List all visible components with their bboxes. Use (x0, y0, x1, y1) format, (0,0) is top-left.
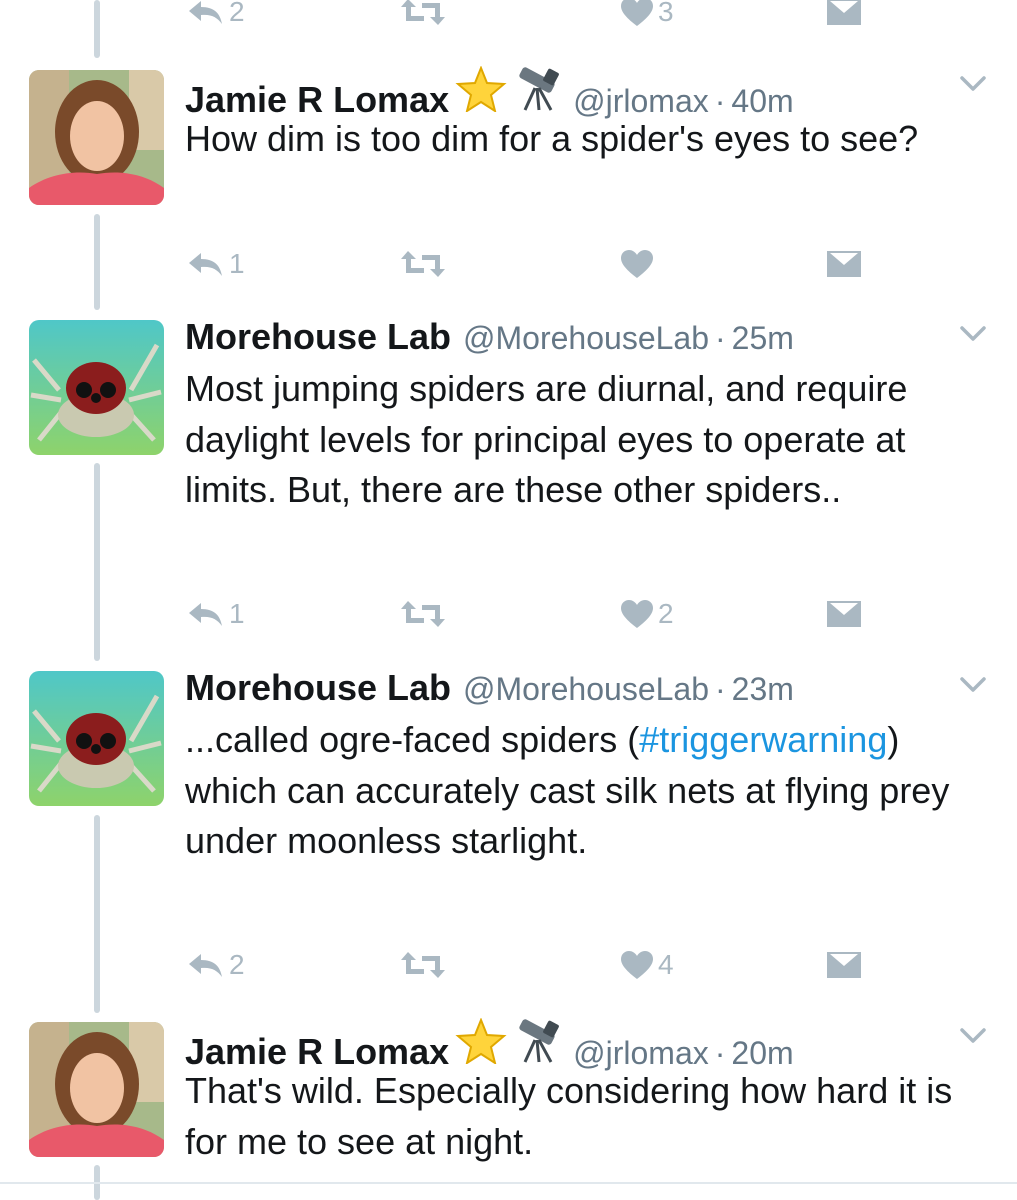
tweet-header: Jamie R Lomax @jrlomax · 20m (185, 1017, 794, 1072)
chevron-down-icon[interactable] (959, 1026, 987, 1046)
dm-icon (827, 601, 861, 627)
like-count: 3 (658, 0, 674, 27)
avatar-image (29, 1022, 164, 1157)
tweet[interactable]: Jamie R Lomax @jrlomax · 40m How dim is … (0, 62, 1017, 322)
reply-icon (189, 1, 222, 24)
like-button[interactable]: 4 (620, 945, 674, 985)
like-icon (621, 600, 653, 628)
like-count: 2 (658, 598, 674, 629)
reply-button[interactable]: 1 (187, 244, 245, 284)
tweet-text: That's wild. Especially considering how … (185, 1070, 953, 1162)
timestamp[interactable]: 23m (732, 671, 794, 708)
star-emoji-icon (455, 1017, 507, 1069)
reply-count: 2 (229, 0, 245, 27)
avatar[interactable] (29, 1022, 164, 1157)
retweet-icon (401, 952, 445, 978)
dm-icon (827, 0, 861, 25)
tweet-actions: 1 (0, 244, 1017, 284)
telescope-emoji-icon (513, 1018, 561, 1069)
retweet-icon (401, 601, 445, 627)
retweet-icon (401, 251, 445, 277)
tweet-actions: 2 4 (0, 945, 1017, 985)
separator: · (715, 320, 726, 356)
tweet[interactable]: Morehouse Lab @MorehouseLab · 25m Most j… (0, 312, 1017, 662)
reply-count: 1 (229, 598, 245, 629)
timestamp[interactable]: 25m (732, 320, 794, 357)
display-name[interactable]: Morehouse Lab (185, 667, 451, 709)
dm-icon (827, 251, 861, 277)
tweet-actions: 1 2 (0, 594, 1017, 634)
reply-count: 1 (229, 248, 245, 279)
reply-button[interactable]: 2 (187, 0, 245, 32)
like-icon (621, 0, 653, 26)
retweet-button[interactable] (400, 945, 446, 985)
tweet-header: Morehouse Lab @MorehouseLab · 23m (185, 667, 794, 717)
chevron-down-icon[interactable] (959, 74, 987, 94)
chevron-down-icon[interactable] (959, 675, 987, 695)
chevron-down-icon[interactable] (959, 324, 987, 344)
avatar-image (29, 320, 164, 455)
display-name[interactable]: Morehouse Lab (185, 316, 451, 358)
dm-button[interactable] (826, 0, 862, 32)
separator: · (715, 671, 726, 707)
dm-button[interactable] (826, 945, 862, 985)
reply-icon (189, 954, 222, 977)
dm-icon (827, 952, 861, 978)
reply-count: 2 (229, 949, 245, 980)
tweet[interactable]: Jamie R Lomax @jrlomax · 20m That's wild… (0, 1014, 1017, 1184)
hashtag-link[interactable]: #triggerwarning (639, 719, 887, 760)
tweet-text: ...called ogre-faced spiders (#triggerwa… (185, 715, 995, 867)
tweet-header: Jamie R Lomax @jrlomax · 40m (185, 65, 794, 120)
tweet-header: Morehouse Lab @MorehouseLab · 25m (185, 316, 794, 366)
star-emoji-icon (455, 65, 507, 117)
like-button[interactable]: 2 (620, 594, 674, 634)
user-handle[interactable]: @MorehouseLab (463, 671, 709, 708)
retweet-button[interactable] (400, 594, 446, 634)
like-button[interactable] (620, 244, 658, 284)
reply-icon (189, 603, 222, 626)
retweet-button[interactable] (400, 0, 446, 32)
reply-icon (189, 253, 222, 276)
reply-button[interactable]: 2 (187, 945, 245, 985)
tweet-actions: 2 3 (0, 0, 1017, 32)
tweet-text-part: ...called ogre-faced spiders ( (185, 719, 640, 760)
dm-button[interactable] (826, 594, 862, 634)
avatar[interactable] (29, 671, 164, 806)
avatar[interactable] (29, 70, 164, 205)
like-button[interactable]: 3 (620, 0, 674, 32)
avatar[interactable] (29, 320, 164, 455)
user-handle[interactable]: @MorehouseLab (463, 320, 709, 357)
retweet-button[interactable] (400, 244, 446, 284)
like-icon (621, 250, 653, 278)
telescope-emoji-icon (513, 66, 561, 117)
tweet-text: Most jumping spiders are diurnal, and re… (185, 368, 908, 510)
avatar-image (29, 671, 164, 806)
tweet[interactable]: Morehouse Lab @MorehouseLab · 23m ...cal… (0, 663, 1017, 1013)
reply-button[interactable]: 1 (187, 594, 245, 634)
avatar-image (29, 70, 164, 205)
tweet-text: How dim is too dim for a spider's eyes t… (185, 118, 919, 159)
divider (0, 1182, 1017, 1184)
retweet-icon (401, 0, 445, 25)
dm-button[interactable] (826, 244, 862, 284)
like-icon (621, 951, 653, 979)
like-count: 4 (658, 949, 674, 980)
